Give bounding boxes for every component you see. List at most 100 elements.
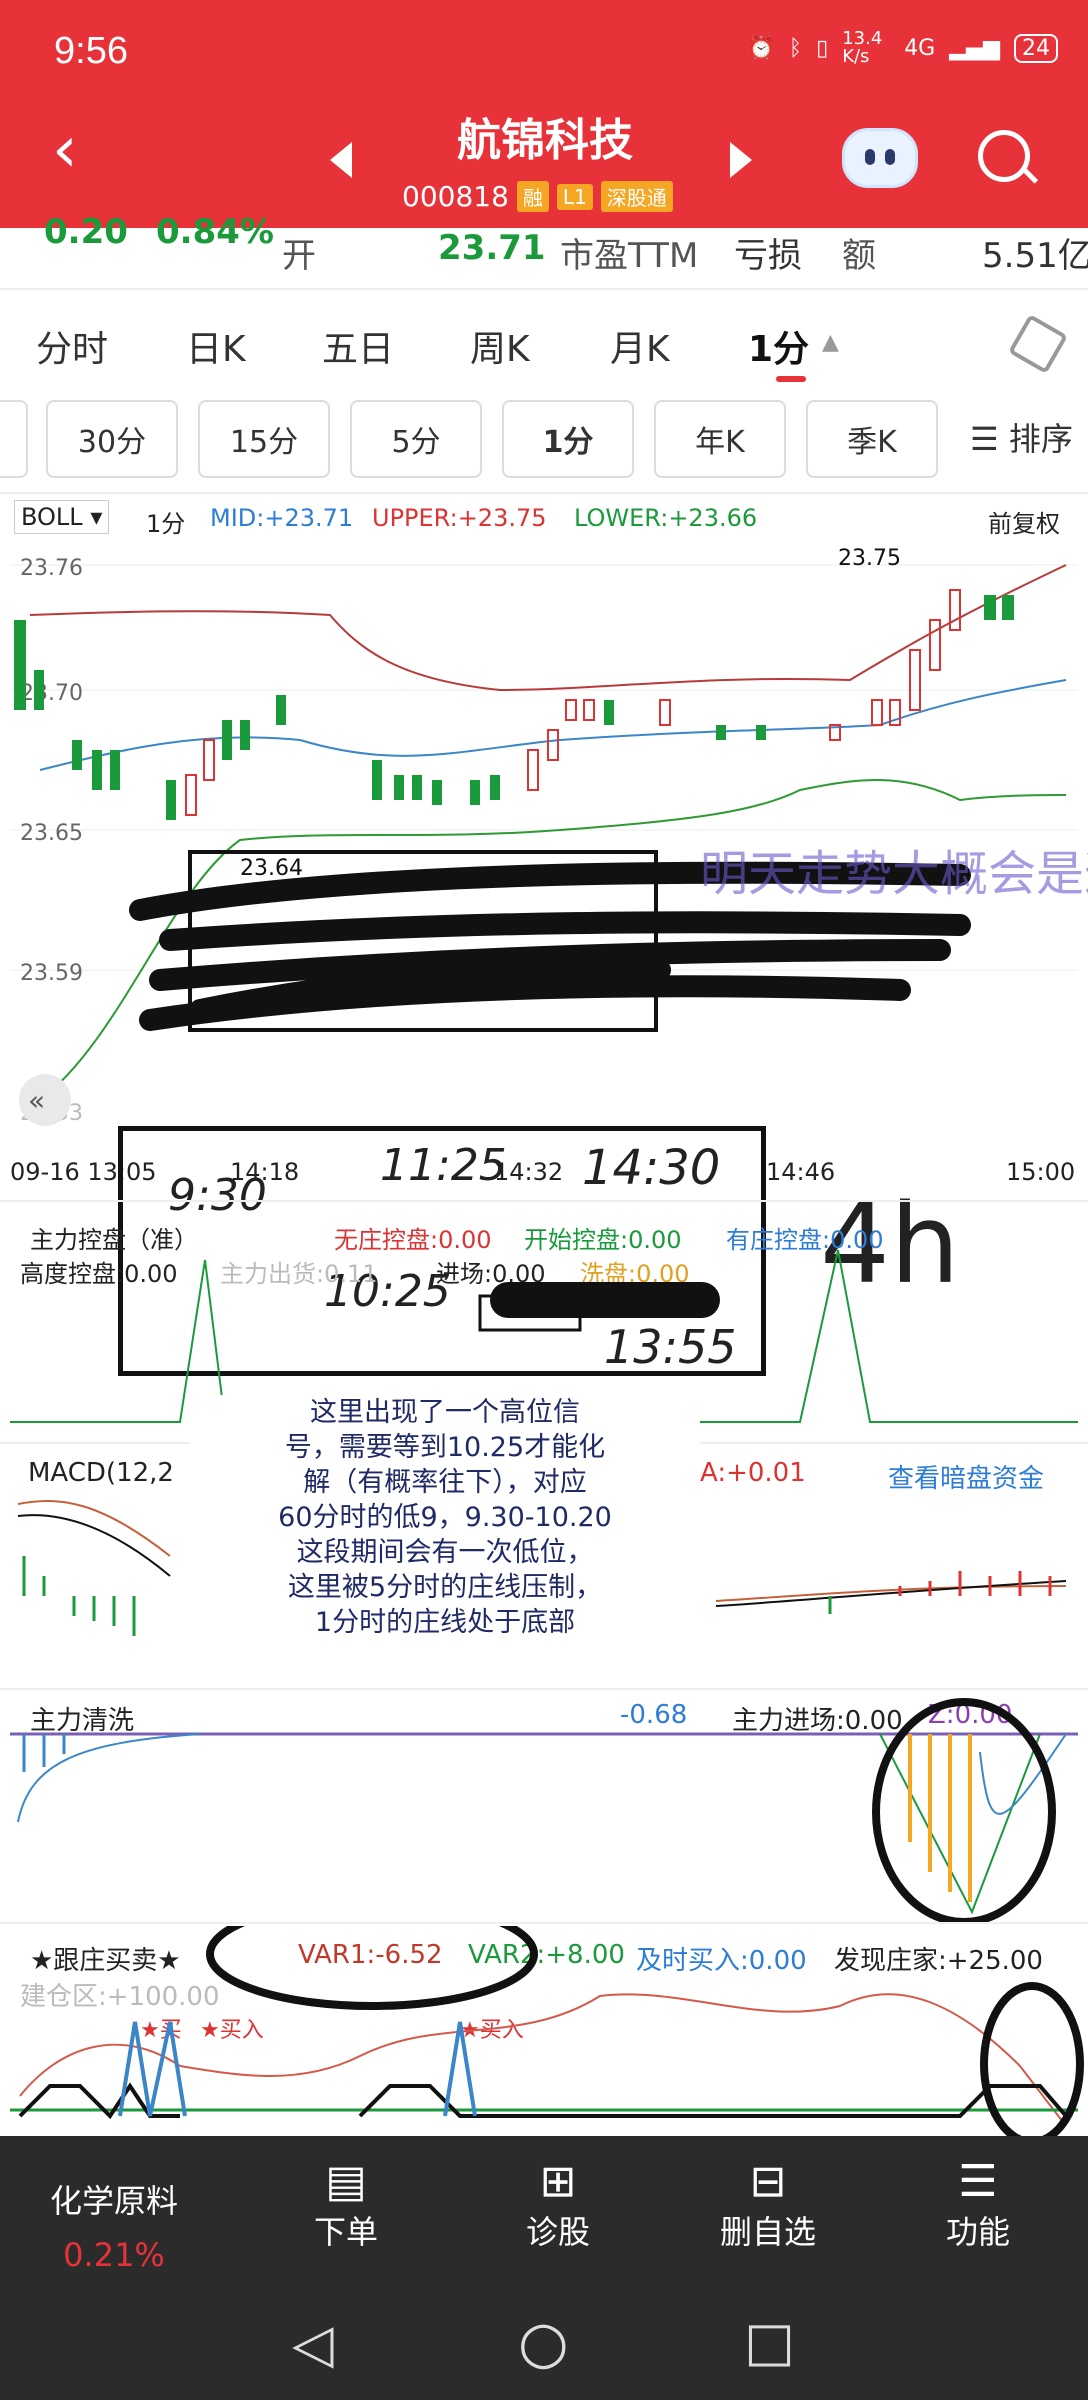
tab-day-k[interactable]: 日K xyxy=(186,320,246,372)
nav-home-icon[interactable]: ○ xyxy=(518,2308,569,2376)
boll-period: 1分 xyxy=(146,510,186,538)
quote-change: 0.20 xyxy=(44,212,128,252)
tag-level: L1 xyxy=(556,183,593,210)
macd-name[interactable]: MACD(12,2 xyxy=(28,1458,174,1488)
sub-tab-season-k[interactable]: 季K xyxy=(806,400,938,478)
boll-upper: UPPER:+23.75 xyxy=(372,504,547,532)
price-tick: 23.59 xyxy=(20,961,83,986)
battery-icon: 24 xyxy=(1014,33,1058,63)
diagnose-label: 诊股 xyxy=(526,2213,591,2251)
amount-value: 5.51亿 xyxy=(982,236,1088,276)
sub-tab-30min[interactable]: 30分 xyxy=(46,400,178,478)
price-tick: 23.76 xyxy=(20,556,83,581)
divider xyxy=(0,1922,1088,1924)
tag-margin: 融 xyxy=(516,181,549,212)
note-line: 解（有概率往下），对应 xyxy=(303,1467,587,1498)
indicator-select[interactable]: BOLL ▾ xyxy=(14,500,110,534)
signal-icon: ▂▄▆ xyxy=(949,35,1000,61)
diagnose-icon: ⊞ xyxy=(539,2156,577,2207)
note-time-1430: 14:30 xyxy=(582,1140,721,1196)
tab-month-k[interactable]: 月K xyxy=(610,320,670,372)
alarm-icon: ⏰ xyxy=(747,35,775,61)
pe-label: 市盈TTM xyxy=(560,236,699,276)
boll-indicator-bar: BOLL ▾ 1分 MID:+23.71 UPPER:+23.75 LOWER:… xyxy=(0,496,1088,540)
order-label: 下单 xyxy=(314,2213,379,2251)
order-icon: ▤ xyxy=(325,2156,367,2207)
time-tick: 15:00 xyxy=(1006,1158,1076,1186)
quote-row: 0.20 0.84% 开 23.71 市盈TTM 亏损 额 5.51亿 xyxy=(0,212,1088,288)
note-text: 这里出现了一个高位信 号，需要等到10.25才能化 解（有概率往下），对应 60… xyxy=(190,1395,700,1665)
follow-plot xyxy=(10,1926,1084,2136)
app-header: 9:56 ⏰ ᛒ ▯ 13.4 K/s 4G ▂▄▆ 24 ‹ 航锦科技 000… xyxy=(0,0,1088,228)
system-nav-bar: ◁ ○ □ xyxy=(0,2286,1088,2400)
divider xyxy=(0,288,1088,290)
function-button[interactable]: ☰ 功能 xyxy=(946,2156,1010,2253)
scribble-out xyxy=(490,1282,720,1318)
svg-text:«: « xyxy=(28,1084,45,1117)
remove-watchlist-button[interactable]: ⊟ 删自选 xyxy=(720,2156,816,2253)
tab-1min[interactable]: 1分 xyxy=(748,320,809,372)
price-tick: 23.65 xyxy=(20,821,83,846)
divider xyxy=(0,1688,1088,1690)
sector-item[interactable]: 化学原料 0.21% xyxy=(50,2176,178,2274)
robot-assistant-icon[interactable] xyxy=(842,128,918,188)
search-icon[interactable] xyxy=(978,130,1030,182)
bluetooth-icon: ᛒ xyxy=(788,35,803,61)
order-button[interactable]: ▤ 下单 xyxy=(314,2156,378,2253)
sort-label: 排序 xyxy=(1008,420,1073,458)
quote-change-pct: 0.84% xyxy=(156,212,274,252)
note-time-1125: 11:25 xyxy=(380,1140,507,1191)
adjust-label[interactable]: 前复权 xyxy=(988,504,1060,539)
prev-stock-button[interactable] xyxy=(330,142,352,178)
status-icons: ⏰ ᛒ ▯ 13.4 K/s 4G ▂▄▆ 24 xyxy=(747,30,1058,66)
remove-icon: ⊟ xyxy=(749,2156,787,2207)
open-label: 开 xyxy=(282,236,316,276)
sort-button[interactable]: ☰ 排序 xyxy=(970,414,1073,460)
active-tab-indicator xyxy=(776,376,806,382)
caret-up-icon: ▲ xyxy=(822,330,839,355)
amount-label: 额 xyxy=(842,236,876,276)
back-button[interactable]: ‹ xyxy=(52,118,78,182)
divider xyxy=(0,1200,1088,1202)
settings-hex-icon[interactable] xyxy=(1007,313,1069,375)
stock-code: 000818 xyxy=(402,180,509,213)
sector-name: 化学原料 xyxy=(50,2182,179,2220)
faint-annotation: 明天走势大概会是这样 xyxy=(700,846,1088,902)
function-label: 功能 xyxy=(946,2213,1011,2251)
next-stock-button[interactable] xyxy=(730,142,752,178)
note-line: 这段期间会有一次低位， xyxy=(296,1537,594,1568)
sub-tab-5min[interactable]: 5分 xyxy=(350,400,482,478)
wash-plot xyxy=(10,1698,1078,1922)
status-time: 9:56 xyxy=(54,30,128,72)
follow-panel: ★跟庄买卖★ VAR1:-6.52 VAR2:+8.00 及时买入:0.00 发… xyxy=(0,1926,1088,2136)
sub-tab-15min[interactable]: 15分 xyxy=(198,400,330,478)
note-line: 号，需要等到10.25才能化 xyxy=(284,1432,606,1463)
pe-value: 亏损 xyxy=(734,236,802,276)
bottom-action-bar: 化学原料 0.21% ▤ 下单 ⊞ 诊股 ⊟ 删自选 ☰ 功能 xyxy=(0,2136,1088,2286)
menu-icon: ☰ xyxy=(970,420,1009,458)
nav-back-icon[interactable]: ◁ xyxy=(292,2312,334,2375)
tab-five-day[interactable]: 五日 xyxy=(322,320,394,372)
remove-label: 删自选 xyxy=(720,2213,817,2251)
note-line: 1分时的庄线处于底部 xyxy=(314,1607,576,1638)
tab-week-k[interactable]: 周K xyxy=(470,320,530,372)
candles xyxy=(14,589,1014,820)
net-speed: 13.4 K/s xyxy=(842,28,883,67)
function-icon: ☰ xyxy=(958,2156,998,2207)
boll-mid-line xyxy=(39,679,1067,771)
note-line: 60分时的低9，9.30-10.20 xyxy=(278,1502,612,1533)
sub-tab-1min[interactable]: 1分 xyxy=(502,400,634,478)
boll-lower: LOWER:+23.66 xyxy=(574,504,758,532)
divider xyxy=(0,492,1088,494)
note-line: 这里被5分时的庄线压制， xyxy=(287,1572,603,1603)
kline-chart[interactable]: 23.76 23.70 23.65 23.59 23.53 xyxy=(0,540,1088,1140)
diagnose-button[interactable]: ⊞ 诊股 xyxy=(526,2156,590,2253)
sub-tab-partial[interactable] xyxy=(0,400,28,478)
tab-timeshare[interactable]: 分时 xyxy=(36,320,108,372)
boll-name: BOLL xyxy=(21,503,83,531)
boll-mid: MID:+23.71 xyxy=(210,504,354,532)
nav-recents-icon[interactable]: □ xyxy=(744,2310,795,2373)
signal-label: 4G xyxy=(904,35,936,61)
open-value: 23.71 xyxy=(438,228,546,268)
sub-tab-year-k[interactable]: 年K xyxy=(654,400,786,478)
